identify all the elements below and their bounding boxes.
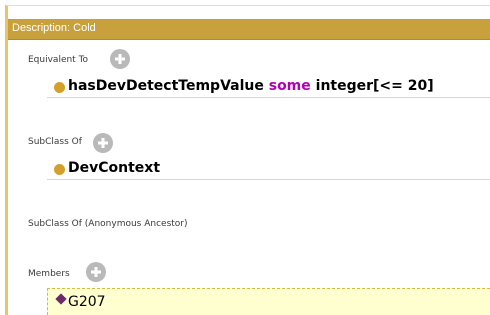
restriction-filler: integer[<= 20]	[315, 78, 434, 94]
members-label: Members	[28, 269, 70, 279]
individual-icon	[55, 293, 67, 305]
add-equivalent-button[interactable]	[110, 49, 130, 69]
member-row[interactable]: G207	[47, 288, 490, 315]
superclass-name: DevContext	[68, 160, 161, 176]
restriction-keyword: some	[268, 78, 311, 94]
anonymous-ancestor-label: SubClass Of (Anonymous Ancestor)	[28, 219, 188, 229]
subclass-of-label: SubClass Of	[28, 137, 82, 147]
class-icon	[54, 82, 65, 93]
property-name: hasDevDetectTempValue	[68, 78, 264, 94]
class-icon	[54, 164, 65, 175]
equivalent-to-label: Equivalent To	[28, 55, 89, 65]
equivalent-to-row[interactable]: hasDevDetectTempValue some integer[<= 20…	[47, 76, 490, 98]
member-name: G207	[68, 294, 106, 310]
panel-title: Description: Cold	[12, 22, 96, 34]
add-superclass-button[interactable]	[93, 133, 113, 153]
subclass-of-row[interactable]: DevContext	[47, 158, 490, 180]
panel-title-bar: Description: Cold	[8, 19, 490, 40]
class-expression: hasDevDetectTempValue some integer[<= 20…	[68, 78, 434, 94]
add-member-button[interactable]	[86, 262, 106, 282]
